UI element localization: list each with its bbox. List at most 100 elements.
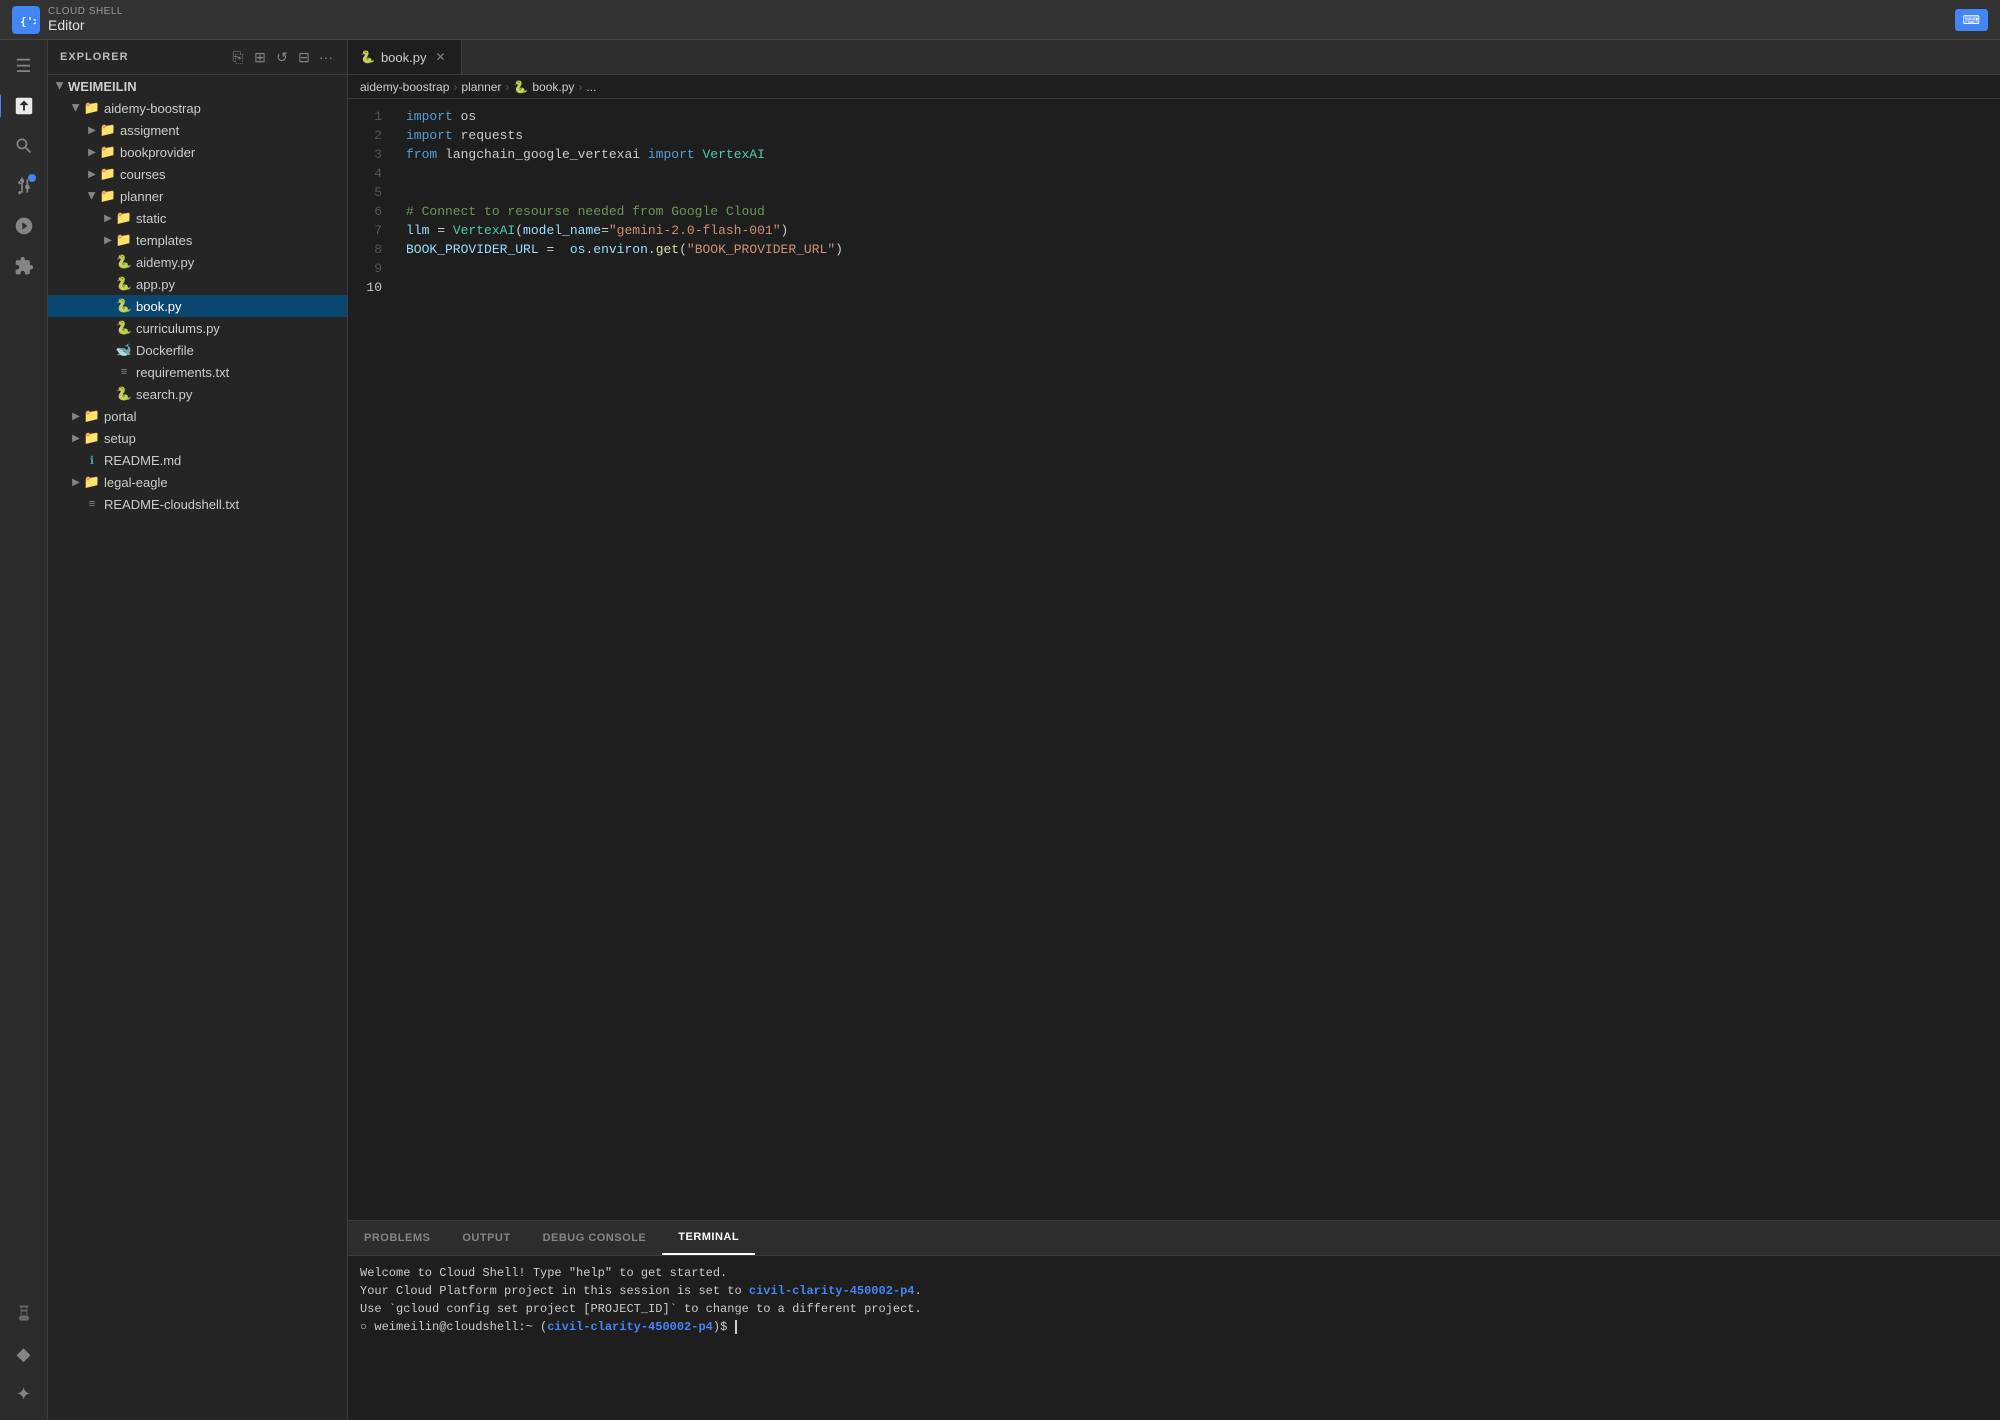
app-info: CLOUD SHELL Editor	[48, 6, 123, 33]
folder-icon: 📁	[84, 474, 100, 490]
breadcrumb-py-icon: 🐍	[513, 80, 528, 94]
source-control-icon[interactable]	[6, 168, 42, 204]
tree-folder-assigment[interactable]: ▶ 📁 assigment	[48, 119, 347, 141]
tree-folder-planner[interactable]: ▶ 📁 planner	[48, 185, 347, 207]
tree-folder-templates[interactable]: ▶ 📁 templates	[48, 229, 347, 251]
code-line-1: import os	[398, 107, 2000, 126]
sidebar: EXPLORER ⎘ ⊞ ↺ ⊟ ··· ▶ WEIMEILIN ▶ 📁 aid…	[48, 40, 348, 1420]
tree-file-app-py[interactable]: ▶ 🐍 app.py	[48, 273, 347, 295]
tree-root[interactable]: ▶ WEIMEILIN	[48, 75, 347, 97]
run-debug-icon[interactable]	[6, 208, 42, 244]
folder-icon: 📁	[116, 210, 132, 226]
search-icon[interactable]	[6, 128, 42, 164]
breadcrumb-part-3: book.py	[532, 80, 574, 94]
chevron-right-icon: ▶	[84, 122, 100, 138]
text-file-icon: ≡	[84, 496, 100, 512]
tree-folder-setup[interactable]: ▶ 📁 setup	[48, 427, 347, 449]
chevron-right-icon: ▶	[84, 166, 100, 182]
folder-label: courses	[120, 167, 166, 182]
python-file-icon: 🐍	[116, 298, 132, 314]
line-num-3: 3	[348, 145, 382, 164]
tree-file-readme-md[interactable]: ▶ ℹ README.md	[48, 449, 347, 471]
folder-label: assigment	[120, 123, 179, 138]
tab-close-icon[interactable]: ✕	[433, 49, 449, 65]
top-bar-right: ⌨	[1955, 9, 1988, 31]
terminal-line-4: ○ weimeilin@cloudshell:~ (civil-clarity-…	[360, 1318, 1988, 1336]
tree-folder-static[interactable]: ▶ 📁 static	[48, 207, 347, 229]
editor-tab-book-py[interactable]: 🐍 book.py ✕	[348, 40, 462, 74]
terminal-line-2: Your Cloud Platform project in this sess…	[360, 1282, 1988, 1300]
diamond-icon[interactable]: ◆	[6, 1336, 42, 1372]
top-bar: {'>'} CLOUD SHELL Editor ⌨	[0, 0, 2000, 40]
line-num-7: 7	[348, 221, 382, 240]
folder-label: planner	[120, 189, 163, 204]
folder-icon: 📁	[84, 100, 100, 116]
file-label: book.py	[136, 299, 182, 314]
breadcrumb-sep-2: ›	[505, 80, 509, 94]
docker-file-icon: 🐋	[116, 342, 132, 358]
line-num-4: 4	[348, 164, 382, 183]
tab-output[interactable]: OUTPUT	[446, 1220, 526, 1255]
folder-icon: 📁	[100, 122, 116, 138]
bottom-panel: PROBLEMS OUTPUT DEBUG CONSOLE TERMINAL W…	[348, 1220, 2000, 1420]
file-label: curriculums.py	[136, 321, 220, 336]
tab-terminal[interactable]: TERMINAL	[662, 1220, 755, 1255]
code-editor: 1 2 3 4 5 6 7 8 9 10 import os import re…	[348, 99, 2000, 1220]
tree-folder-legal-eagle[interactable]: ▶ 📁 legal-eagle	[48, 471, 347, 493]
chevron-right-icon: ▶	[68, 100, 84, 116]
tree-folder-portal[interactable]: ▶ 📁 portal	[48, 405, 347, 427]
file-label: README.md	[104, 453, 181, 468]
tree-file-curriculums-py[interactable]: ▶ 🐍 curriculums.py	[48, 317, 347, 339]
code-line-7: llm = VertexAI(model_name="gemini-2.0-fl…	[398, 221, 2000, 240]
folder-icon: 📁	[100, 144, 116, 160]
editor-area: 🐍 book.py ✕ aidemy-boostrap › planner › …	[348, 40, 2000, 1420]
tree-folder-aidemy-bootstrap[interactable]: ▶ 📁 aidemy-boostrap	[48, 97, 347, 119]
more-actions-icon[interactable]: ···	[317, 48, 335, 66]
python-file-icon: 🐍	[116, 320, 132, 336]
folder-icon: 📁	[116, 232, 132, 248]
tree-file-requirements-txt[interactable]: ▶ ≡ requirements.txt	[48, 361, 347, 383]
file-label: app.py	[136, 277, 175, 292]
tree-folder-courses[interactable]: ▶ 📁 courses	[48, 163, 347, 185]
sidebar-header-icons: ⎘ ⊞ ↺ ⊟ ···	[229, 48, 335, 66]
tree-file-book-py[interactable]: ▶ 🐍 book.py	[48, 295, 347, 317]
tree-file-aidemy-py[interactable]: ▶ 🐍 aidemy.py	[48, 251, 347, 273]
line-num-9: 9	[348, 259, 382, 278]
tab-filename: book.py	[381, 50, 427, 65]
folder-label: static	[136, 211, 166, 226]
breadcrumb-part-4: ...	[586, 80, 596, 94]
menu-icon[interactable]: ☰	[6, 48, 42, 84]
file-tree: ▶ WEIMEILIN ▶ 📁 aidemy-boostrap ▶ 📁 assi…	[48, 75, 347, 1420]
line-num-6: 6	[348, 202, 382, 221]
tree-folder-bookprovider[interactable]: ▶ 📁 bookprovider	[48, 141, 347, 163]
folder-label: setup	[104, 431, 136, 446]
terminal-content[interactable]: Welcome to Cloud Shell! Type "help" to g…	[348, 1256, 2000, 1420]
sparkle-icon[interactable]: ✦	[6, 1376, 42, 1412]
explorer-title: EXPLORER	[60, 51, 129, 63]
editor-tabs: 🐍 book.py ✕	[348, 40, 2000, 75]
tree-file-readme-cloudshell[interactable]: ▶ ≡ README-cloudshell.txt	[48, 493, 347, 515]
breadcrumb-part-2: planner	[461, 80, 501, 94]
file-label: aidemy.py	[136, 255, 194, 270]
extensions-icon[interactable]	[6, 248, 42, 284]
flask-icon[interactable]	[6, 1296, 42, 1332]
code-line-10	[398, 278, 2000, 297]
activity-bottom: ◆ ✦	[6, 1296, 42, 1412]
new-file-icon[interactable]: ⎘	[229, 48, 247, 66]
main-layout: ☰ ◆ ✦ EXPLORER ⎘ ⊞	[0, 40, 2000, 1420]
tree-file-search-py[interactable]: ▶ 🐍 search.py	[48, 383, 347, 405]
new-folder-icon[interactable]: ⊞	[251, 48, 269, 66]
tab-problems[interactable]: PROBLEMS	[348, 1220, 446, 1255]
file-label: Dockerfile	[136, 343, 194, 358]
file-label: requirements.txt	[136, 365, 229, 380]
refresh-icon[interactable]: ↺	[273, 48, 291, 66]
chevron-down-icon: ▶	[52, 78, 68, 94]
open-terminal-button[interactable]: ⌨	[1955, 9, 1988, 31]
code-content[interactable]: import os import requests from langchain…	[398, 99, 2000, 1220]
chevron-right-icon: ▶	[84, 144, 100, 160]
tab-debug-console[interactable]: DEBUG CONSOLE	[527, 1220, 663, 1255]
explorer-icon[interactable]	[6, 88, 42, 124]
code-line-2: import requests	[398, 126, 2000, 145]
tree-file-dockerfile[interactable]: ▶ 🐋 Dockerfile	[48, 339, 347, 361]
collapse-all-icon[interactable]: ⊟	[295, 48, 313, 66]
